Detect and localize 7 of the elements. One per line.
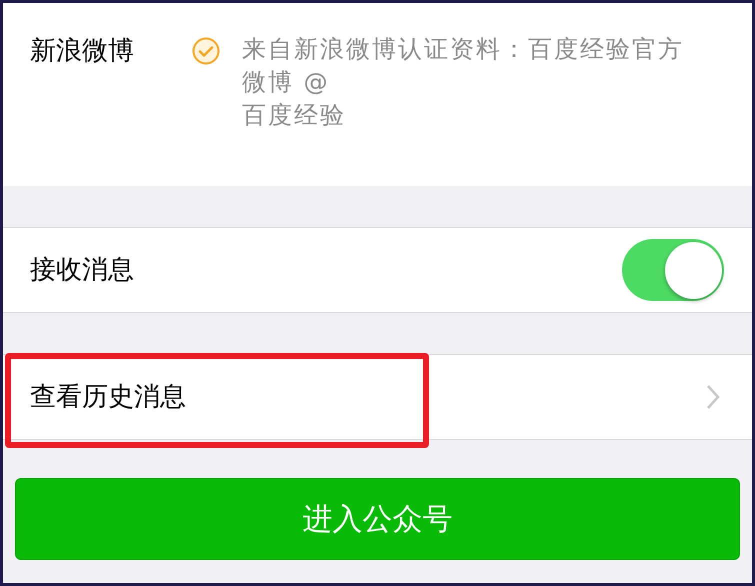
setting-label: 接收消息 (30, 254, 135, 286)
enter-account-button[interactable]: 进入公众号 (15, 478, 740, 560)
chevron-right-icon (706, 384, 720, 410)
setting-label: 查看历史消息 (30, 380, 187, 414)
verification-text: 来自新浪微博认证资料：百度经验官方微博 @ 百度经验 (242, 34, 685, 131)
verification-label: 新浪微博 (30, 35, 135, 68)
toggle-switch[interactable] (622, 239, 724, 301)
